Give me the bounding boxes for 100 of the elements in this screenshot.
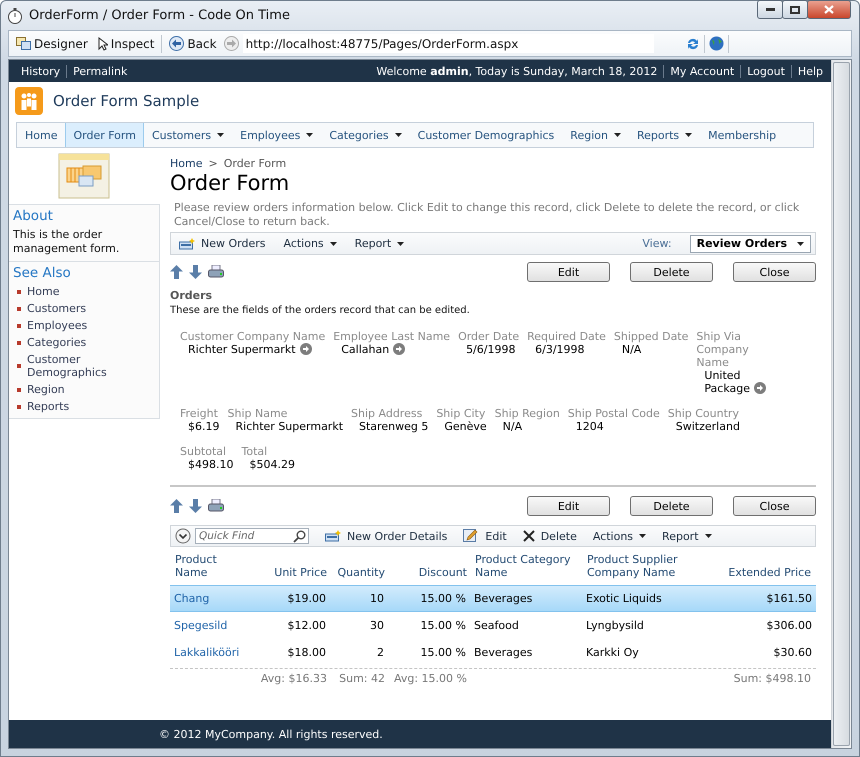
chevron-down-icon[interactable] (175, 528, 191, 544)
arrow-down-icon[interactable] (189, 265, 202, 279)
printer-icon[interactable] (208, 265, 224, 279)
about-title: About (13, 208, 54, 224)
breadcrumb-link[interactable]: Home (170, 157, 202, 170)
sidebar-link[interactable]: Reports (27, 400, 70, 413)
search-icon[interactable] (293, 530, 306, 542)
table-cell: Exotic Liquids (582, 585, 706, 612)
globe-icon[interactable] (708, 36, 724, 51)
menu-item[interactable]: Membership (700, 123, 784, 147)
sidebar-link[interactable]: Categories (27, 336, 86, 349)
column-header[interactable]: Product Supplier Company Name (583, 553, 707, 579)
menu-item[interactable]: Region (562, 123, 629, 147)
field-label: Ship City (436, 407, 486, 420)
table-cell-text: $18.00 (286, 645, 327, 661)
bullet-icon (17, 404, 21, 408)
bullet-icon (17, 388, 21, 392)
sidebar-link[interactable]: Customers (27, 302, 86, 315)
sidebar-link[interactable]: Customer Demographics (27, 353, 155, 379)
top-link[interactable]: Logout (747, 64, 785, 78)
logo-icon (15, 87, 43, 115)
column-header[interactable]: Unit Price (247, 566, 331, 579)
grid-toolbar-item[interactable]: Actions (592, 530, 646, 542)
menu-item[interactable]: Home (17, 123, 66, 147)
arrow-circle-icon[interactable] (300, 343, 312, 355)
welcome-text: Welcome admin, Today is Sunday, March 18, 2012 (376, 64, 658, 78)
column-header[interactable]: Quantity (331, 566, 389, 579)
field-value: $6.19 (187, 420, 220, 433)
caret-icon (639, 534, 646, 538)
field-label: Customer Company Name (180, 330, 326, 343)
column-header[interactable]: Product Category Name (471, 553, 583, 579)
form-button[interactable]: Close (733, 262, 816, 282)
arrow-circle-icon[interactable] (393, 343, 406, 355)
minimize-button[interactable] (757, 0, 783, 19)
details-button[interactable]: Delete (630, 496, 713, 516)
field-value: Genève (443, 420, 487, 433)
table-cell-text: Beverages (473, 645, 534, 661)
field-label: Ship Via Company Name (696, 330, 750, 369)
top-link[interactable]: Help (798, 64, 823, 78)
details-button[interactable]: Close (733, 496, 816, 516)
table-cell-text: 15.00 % (420, 618, 467, 634)
menu-item[interactable]: Employees (232, 123, 322, 147)
toolbar-button[interactable]: Designer (13, 36, 91, 50)
total-value: Sum: $498.10 (734, 672, 811, 685)
menu-item[interactable]: Reports (628, 123, 700, 147)
arrow-up-icon[interactable] (170, 499, 183, 513)
field-label: Shipped Date (614, 330, 688, 343)
table-cell-text: Lyngbysild (585, 618, 645, 634)
close-icon (522, 530, 535, 542)
arrow-circle-icon[interactable] (754, 382, 766, 394)
scrollbar[interactable] (831, 60, 851, 748)
details-button[interactable]: Edit (527, 496, 610, 516)
caret-icon (704, 534, 712, 538)
menu-item[interactable]: Customer Demographics (410, 123, 562, 147)
grid-toolbar-item[interactable]: Delete (522, 530, 577, 542)
action-bar-item[interactable]: Report (354, 237, 404, 250)
field-value: Starenweg 5 (358, 420, 428, 433)
toolbar-button[interactable]: Back (166, 36, 220, 51)
form-subtitle: These are the fields of the orders record that can be edited. (170, 305, 471, 316)
table-cell[interactable]: Spegesild (170, 612, 246, 639)
form-button[interactable]: Edit (527, 262, 610, 282)
address-field[interactable]: http://localhost:48775/Pages/OrderForm.aspx (242, 34, 654, 53)
menu-item[interactable]: Customers (144, 123, 232, 147)
table-cell: $161.50 (706, 585, 816, 612)
column-header[interactable]: Discount (389, 566, 471, 579)
toolbar-button[interactable]: Inspect (94, 36, 158, 50)
grid-toolbar-item[interactable]: New Order Details (325, 530, 448, 542)
sidebar-link[interactable]: Employees (27, 319, 88, 332)
maximize-button[interactable] (782, 0, 808, 19)
sidebar-link[interactable]: Region (27, 383, 65, 396)
refresh-icon[interactable] (686, 36, 700, 50)
table-cell[interactable]: Chang (170, 585, 246, 612)
sidebar-link[interactable]: Home (27, 285, 60, 298)
grid-toolbar-item[interactable]: Edit (463, 529, 507, 543)
form-button[interactable]: Delete (630, 262, 713, 282)
arrow-down-icon[interactable] (189, 499, 202, 513)
menu-item[interactable]: Order Form (65, 123, 144, 147)
maximize-icon (790, 6, 800, 14)
action-bar-item[interactable]: Actions (283, 237, 337, 250)
close-button[interactable] (807, 0, 851, 19)
stopwatch-icon (7, 8, 23, 24)
field-label: Freight (180, 407, 219, 420)
table-cell-text: 2 (376, 645, 385, 661)
menu-item[interactable]: Categories (321, 123, 410, 147)
column-header[interactable]: Extended Price (707, 566, 815, 579)
top-link[interactable]: History (21, 64, 60, 78)
view-select[interactable]: Review Orders (690, 234, 811, 252)
arrow-up-icon[interactable] (170, 265, 183, 279)
top-link[interactable]: My Account (670, 64, 734, 78)
top-link[interactable]: Permalink (73, 64, 128, 78)
about-text: This is the order management form. (13, 228, 120, 256)
printer-icon[interactable] (208, 499, 224, 513)
action-bar-item[interactable]: New Orders (179, 237, 266, 250)
table-cell: 10 (330, 585, 388, 612)
column-header[interactable]: Product Name (171, 553, 247, 579)
grid-toolbar-item[interactable]: Report (662, 530, 712, 542)
table-cell-text: Karkki Oy (585, 645, 640, 661)
quick-find-field[interactable]: Quick Find (195, 528, 309, 544)
page-title: Order Form (170, 171, 290, 195)
table-cell[interactable]: Lakkalikööri (170, 639, 246, 666)
